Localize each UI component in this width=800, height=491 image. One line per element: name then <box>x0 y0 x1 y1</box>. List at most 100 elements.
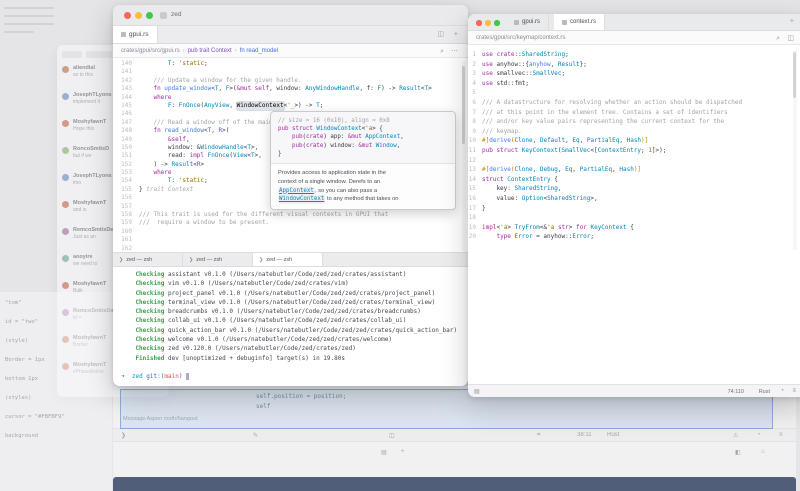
faded-code-line: Border = 1px <box>5 357 107 376</box>
code-token: KeyContext <box>522 146 558 156</box>
tab-label: context.rs <box>570 19 596 25</box>
code-token: anyhow::{ <box>496 60 529 70</box>
code-token: : <box>172 102 179 110</box>
line-number: 153 <box>113 169 139 177</box>
new-tab-icon[interactable]: + <box>454 30 458 39</box>
code-token: dev [unoptimized + debuginfo] target(s) … <box>164 354 345 363</box>
terminal-icon: ❯ <box>119 257 123 263</box>
code-token: ) -> <box>139 161 172 169</box>
zoom-button[interactable] <box>146 12 153 19</box>
menu-icon[interactable]: ≡ <box>792 388 796 394</box>
search-icon[interactable]: ⌕ <box>776 34 780 43</box>
breadcrumb-path[interactable]: crates/gpui/src/gpui.rs <box>121 48 180 54</box>
code-token: , <box>186 136 190 144</box>
language-indicator: Rust <box>607 432 619 438</box>
more-icon[interactable]: ⋯ <box>451 47 458 56</box>
split-icon[interactable]: ◫ <box>437 30 444 39</box>
code-token: WindowHandle <box>200 144 243 152</box>
chat-username: MoshyfawnT <box>73 119 106 126</box>
chat-username: MoshyfawnT <box>73 281 106 288</box>
tab-context-rs[interactable]: context.rs <box>554 14 605 30</box>
code-token: ; <box>565 50 569 60</box>
box-icon: ◧ <box>735 449 741 456</box>
breadcrumb: crates/gpui/src/keymap/context.rs ⌕ ◫ <box>468 31 800 45</box>
line-number: 8 <box>468 117 482 127</box>
faded-text-bar <box>4 15 54 17</box>
code-line: 4use std::fmt; <box>468 79 800 89</box>
chat-text: MoshyfawnTand is <box>73 200 106 221</box>
chat-message-text: so to this <box>73 72 95 78</box>
chat-username: aooyire <box>73 254 97 261</box>
chat-username: RemcoSmitsDev <box>73 227 116 234</box>
scrollbar[interactable] <box>462 62 466 251</box>
code-line: 20 type Error = anyhow::Error; <box>468 232 800 242</box>
code-token: derive <box>489 136 511 146</box>
code-token: , <box>572 165 579 175</box>
terminal-tab[interactable]: ❯zed — zsh <box>113 253 183 266</box>
code-token: > { <box>372 125 382 133</box>
scrollbar-thumb[interactable] <box>462 66 465 144</box>
code-token <box>139 177 168 185</box>
split-icon[interactable]: ◫ <box>787 34 794 43</box>
terminal-output[interactable]: Checking assistant v0.1.0 (/Users/natebu… <box>113 267 468 385</box>
scrollbar-thumb[interactable] <box>793 52 796 98</box>
edit-icon: ✎ <box>253 432 258 439</box>
code-token: 'a <box>365 125 372 133</box>
close-button[interactable] <box>476 20 482 26</box>
terminal-tab[interactable]: ❯zed — zsh <box>183 253 253 266</box>
code-token: FnOnce <box>179 102 201 110</box>
code-line: 144 where <box>113 94 468 102</box>
code-token: &mut <box>358 142 375 150</box>
line-number: 5 <box>468 88 482 98</box>
cursor-position[interactable]: 74:110 <box>728 389 744 395</box>
titlebar[interactable]: zed <box>113 5 468 26</box>
zoom-button[interactable] <box>494 20 500 26</box>
code-token: View <box>233 152 247 160</box>
code-token <box>482 232 496 242</box>
code-token: }; <box>580 60 587 70</box>
tab-gpui-rs[interactable]: gpui.rs <box>113 26 158 43</box>
faded-code-line: (styles) <box>5 395 107 414</box>
code-line: 142 /// Update a window for the given ha… <box>113 77 468 85</box>
faded-code-line: background <box>5 433 107 452</box>
code-token <box>139 85 153 93</box>
language-indicator[interactable]: Rust <box>759 389 770 395</box>
code-token: <[ <box>590 146 597 156</box>
file-icon <box>121 32 126 37</box>
code-token: std::fmt; <box>496 79 529 89</box>
hovered-symbol: WindowContext <box>237 102 284 110</box>
scrollbar[interactable] <box>793 50 797 250</box>
line-number: 11 <box>468 146 482 156</box>
chat-text: JosephTLyonsimo <box>73 173 112 194</box>
code-token: &mut <box>348 133 365 141</box>
close-button[interactable] <box>124 12 131 19</box>
new-tab-icon[interactable]: + <box>790 17 794 26</box>
chat-text: aliendialso to this <box>73 65 95 86</box>
minimize-button[interactable] <box>135 12 142 19</box>
chat-message-text: implement it <box>73 99 112 105</box>
code-token: smallvec:: <box>496 69 532 79</box>
code-token: Checking <box>121 307 164 316</box>
titlebar[interactable]: gpui.rs context.rs + <box>468 14 800 31</box>
breadcrumb-context[interactable]: pub trait Context <box>188 48 232 54</box>
code-token: window: & <box>139 144 200 152</box>
code-token: , <box>533 165 540 175</box>
breadcrumb-symbol[interactable]: fn read_model <box>240 48 278 54</box>
code-line: 17} <box>468 204 800 214</box>
chat-text: MoshyfawnTHope this <box>73 119 106 140</box>
code-token: :: <box>515 50 522 60</box>
terminal-tab[interactable]: ❯zed — zsh <box>253 253 323 266</box>
faded-status-bar: ❯ ✎ ◫ ⌗ 38:11 Rust ⚠ ◔ ≡ <box>113 428 796 442</box>
code-token: Eq <box>572 136 579 146</box>
minimize-button[interactable] <box>485 20 491 26</box>
search-icon[interactable]: ⌕ <box>440 47 444 56</box>
tab-gpui-rs[interactable]: gpui.rs <box>506 14 549 30</box>
code-token: value: <box>482 194 522 204</box>
chat-text: RemcoSmitsDevJust as an <box>73 227 116 248</box>
panel-icon[interactable]: ▤ <box>474 388 480 395</box>
breadcrumb-path[interactable]: crates/gpui/src/keymap/context.rs <box>476 35 565 41</box>
code-token: Checking <box>121 344 164 353</box>
chat-text: JosephTLyonsimplement it <box>73 92 112 113</box>
code-editor[interactable]: 1use crate::SharedString;2use anyhow::{a… <box>468 50 800 250</box>
bell-icon[interactable]: ◔ <box>780 388 784 394</box>
